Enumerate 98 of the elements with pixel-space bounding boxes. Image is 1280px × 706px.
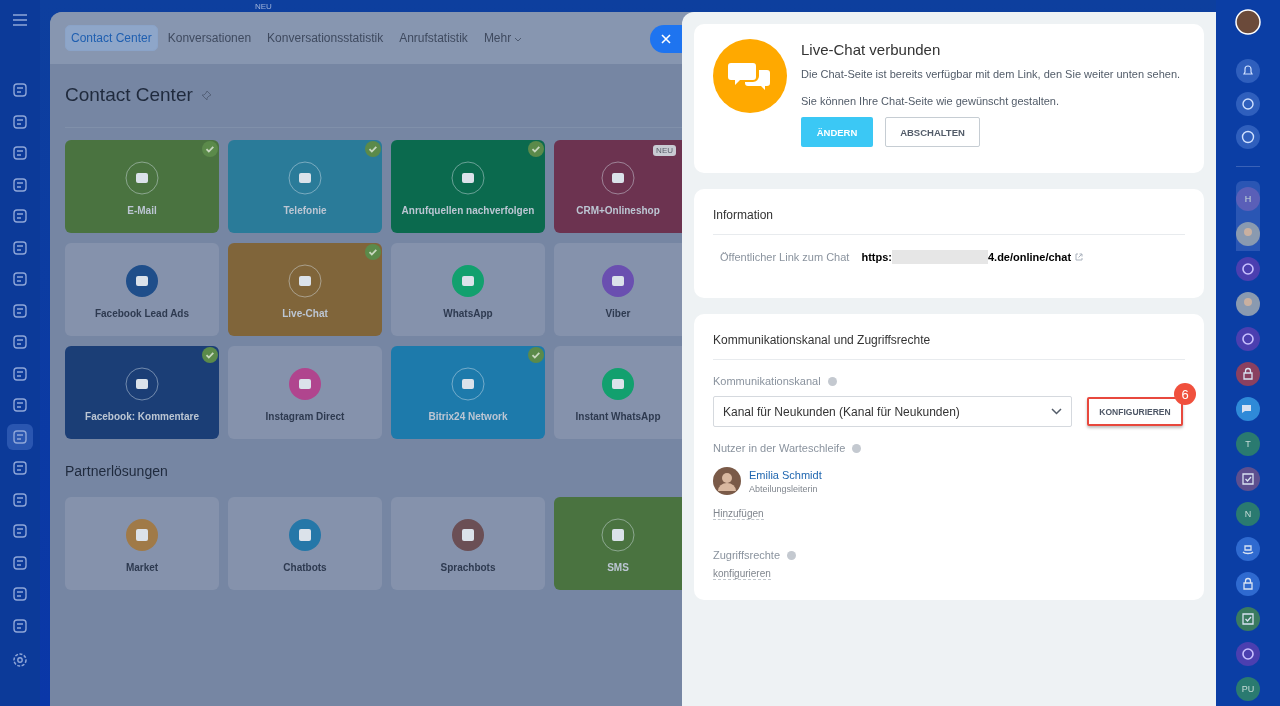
connector-tile[interactable]: Instagram Direct [228, 346, 382, 439]
connector-tile[interactable]: E-Mail [65, 140, 219, 233]
channel-select[interactable]: Kanal für Neukunden (Kanal für Neukunden) [713, 396, 1072, 427]
app-icon[interactable] [7, 423, 33, 450]
edit-button[interactable]: ÄNDERN [801, 117, 873, 147]
card-title: Kommunikationskanal und Zugriffsrechte [713, 333, 1185, 360]
avatar-icon [713, 467, 741, 495]
chevron-down-icon [1051, 408, 1062, 415]
settings-icon[interactable] [12, 651, 28, 668]
app-icon[interactable] [12, 460, 28, 476]
partner-label: SMS [607, 562, 629, 573]
chat-link[interactable]: 4.de/online/chat [987, 251, 1072, 263]
app-icon[interactable] [12, 586, 28, 602]
connector-tile[interactable]: Facebook Lead Ads [65, 243, 219, 336]
partner-label: Market [125, 562, 159, 573]
field-label: Nutzer in der Warteschleife [713, 442, 846, 454]
connector-tile[interactable]: Telefonie [228, 140, 382, 233]
app-icon[interactable] [12, 176, 28, 193]
partner-tile[interactable]: Sprachbots [391, 497, 545, 590]
app-icon[interactable] [12, 82, 28, 98]
avatar-icon[interactable] [1236, 292, 1260, 316]
section-title: Partnerlösungen [65, 463, 168, 479]
connector-label: E-Mail [127, 205, 157, 216]
connector-label: Viber [605, 308, 631, 319]
partner-label: Chatbots [283, 562, 327, 573]
configure-link[interactable]: konfigurieren [713, 568, 771, 580]
status-title: Live-Chat verbunden [801, 41, 942, 58]
tab[interactable]: Mehr [477, 25, 529, 51]
disable-button[interactable]: ABSCHALTEN [885, 117, 980, 147]
app-icon[interactable] [12, 239, 28, 256]
tab[interactable]: Anrufstatistik [393, 25, 474, 51]
app-icon[interactable] [12, 113, 28, 130]
connector-label: Live-Chat [282, 308, 328, 319]
chat-bubbles-icon [713, 39, 787, 113]
add-link[interactable]: Hinzufügen [713, 508, 764, 520]
app-icon[interactable] [12, 491, 28, 508]
connector-tile[interactable]: Anrufquellen nachverfolgen [391, 140, 545, 233]
connector-tile[interactable]: NEU CRM+Onlineshop [554, 140, 682, 233]
app-icon[interactable] [12, 617, 28, 634]
user-role: Abteilungsleiterin [749, 483, 819, 494]
avatar-icon[interactable] [1235, 9, 1261, 35]
chat-link[interactable]: https: [861, 251, 892, 263]
lock-icon[interactable] [1236, 572, 1260, 596]
field-label: Kommunikationskanal [713, 375, 821, 387]
app-icon[interactable] [12, 271, 28, 287]
connector-tile[interactable]: Bitrix24 Network [391, 346, 545, 439]
status-text: Die Chat-Seite ist bereits verfügbar mit dem Link, den Sie weiter unten sehen. [801, 68, 1181, 80]
caret-icon [514, 36, 523, 42]
tab[interactable]: Konversationsstatistik [261, 25, 390, 51]
partner-tile[interactable]: Chatbots [228, 497, 382, 590]
connector-label: CRM+Onlineshop [576, 205, 660, 216]
connector-label: Telefonie [283, 205, 327, 216]
tab[interactable]: Contact Center [65, 25, 158, 51]
bell-icon[interactable] [1236, 59, 1260, 83]
configure-button[interactable]: KONFIGURIEREN [1087, 397, 1183, 426]
chat-avatar[interactable]: N [1236, 502, 1260, 526]
partner-tile[interactable]: SMS [554, 497, 682, 590]
check-icon[interactable] [1236, 467, 1260, 491]
close-button[interactable] [650, 25, 682, 53]
tab[interactable]: Konversationen [161, 25, 258, 51]
card-title: Information [713, 208, 1185, 235]
partner-tile[interactable]: Market [65, 497, 219, 590]
status-text: Sie können Ihre Chat-Seite wie gewünscht gestalten. [801, 95, 1061, 107]
app-icon[interactable] [12, 523, 28, 539]
link-label: Öffentlicher Link zum Chat [720, 251, 850, 263]
check-icon[interactable] [1236, 607, 1260, 631]
connector-label: Facebook Lead Ads [94, 308, 190, 319]
app-icon[interactable] [12, 302, 28, 319]
app-icon[interactable] [12, 554, 28, 571]
field-label: Zugriffsrechte [713, 549, 781, 561]
connector-tile[interactable]: Live-Chat [228, 243, 382, 336]
app-icon[interactable] [12, 397, 28, 413]
connector-label: Bitrix24 Network [428, 411, 508, 422]
step-badge: 6 [1174, 383, 1196, 405]
user-name-link[interactable]: Emilia Schmidt [749, 468, 822, 481]
new-label: NEU [255, 2, 272, 11]
partner-label: Sprachbots [440, 562, 496, 573]
connector-label: WhatsApp [443, 308, 493, 319]
chat-avatar[interactable]: T [1236, 432, 1260, 456]
chat-avatar[interactable]: PU [1236, 677, 1260, 701]
menu-icon[interactable] [13, 14, 27, 26]
page-title: Contact Center [65, 84, 193, 106]
connector-label: Anrufquellen nachverfolgen [401, 205, 535, 216]
app-icon[interactable] [12, 145, 28, 161]
connector-label: Facebook: Kommentare [85, 411, 199, 422]
connector-tile[interactable]: Instant WhatsApp [554, 346, 682, 439]
connector-tile[interactable]: Viber [554, 243, 682, 336]
new-badge: NEU [653, 145, 676, 156]
app-icon[interactable] [12, 365, 28, 382]
connector-label: Instagram Direct [265, 411, 345, 422]
lock-icon[interactable] [1236, 362, 1260, 386]
connector-label: Instant WhatsApp [575, 411, 661, 422]
chat-avatar[interactable]: H [1236, 187, 1260, 211]
connector-tile[interactable]: Facebook: Kommentare [65, 346, 219, 439]
app-icon[interactable] [12, 334, 28, 350]
app-icon[interactable] [12, 208, 28, 224]
close-icon [661, 34, 671, 44]
connector-tile[interactable]: WhatsApp [391, 243, 545, 336]
